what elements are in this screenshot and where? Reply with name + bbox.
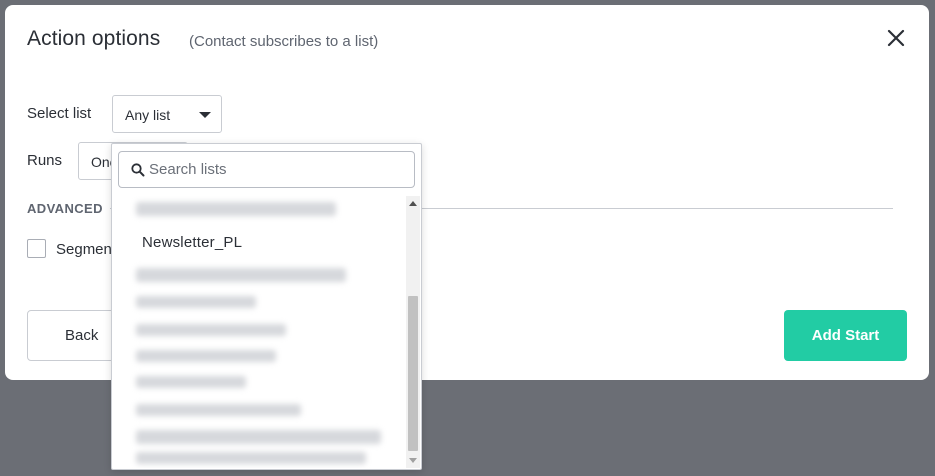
modal-subtitle: (Contact subscribes to a list) — [189, 33, 379, 50]
select-list-value: Any list — [125, 107, 171, 123]
search-icon — [131, 163, 145, 177]
blurred-list-item[interactable] — [136, 452, 366, 464]
blurred-list-item[interactable] — [136, 324, 286, 336]
runs-label: Runs — [27, 152, 63, 169]
modal-title: Action options — [27, 27, 161, 50]
blurred-list-item[interactable] — [136, 376, 246, 388]
select-list-dropdown[interactable]: Any list — [112, 95, 222, 133]
blurred-list-item[interactable] — [136, 268, 346, 282]
search-lists-box — [118, 151, 415, 188]
segment-label: Segmen — [56, 241, 112, 258]
list-options: Newsletter_PL — [112, 196, 406, 468]
list-dropdown-menu: Newsletter_PL — [111, 143, 422, 470]
advanced-heading: ADVANCED — [27, 201, 103, 216]
search-lists-input[interactable] — [149, 153, 409, 186]
segment-checkbox[interactable] — [27, 239, 46, 258]
scroll-down-arrow-icon[interactable] — [409, 458, 417, 463]
blurred-list-item[interactable] — [136, 296, 256, 308]
scroll-up-arrow-icon[interactable] — [409, 201, 417, 206]
blurred-list-item[interactable] — [136, 202, 336, 216]
caret-down-icon — [199, 112, 211, 118]
select-list-label: Select list — [27, 105, 92, 122]
blurred-list-item[interactable] — [136, 404, 301, 416]
blurred-list-item[interactable] — [136, 430, 381, 444]
list-item-newsletter-pl[interactable]: Newsletter_PL — [142, 234, 242, 251]
close-icon[interactable] — [885, 27, 907, 49]
list-scrollbar[interactable] — [406, 196, 420, 468]
scrollbar-thumb[interactable] — [408, 296, 418, 451]
add-start-button[interactable]: Add Start — [784, 310, 907, 361]
blurred-list-item[interactable] — [136, 350, 276, 362]
